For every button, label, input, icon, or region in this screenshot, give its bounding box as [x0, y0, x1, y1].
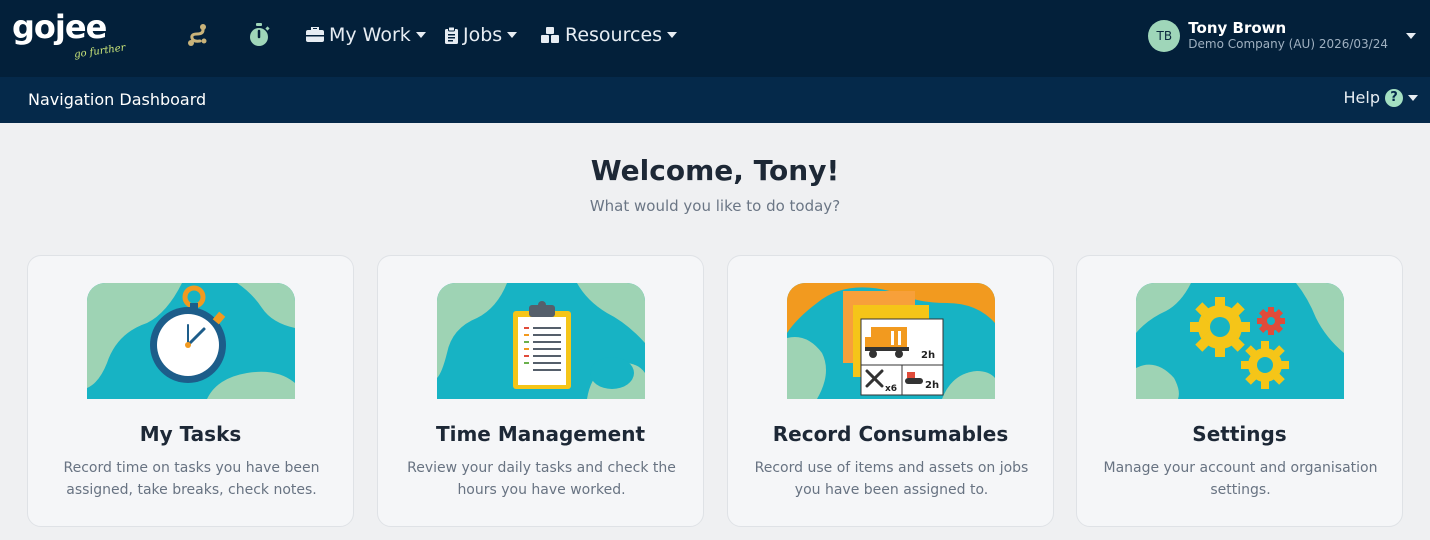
clipboard-illustration — [437, 283, 645, 399]
top-navbar: gojee go further My Work Jobs Resources … — [0, 0, 1430, 77]
question-icon: ? — [1385, 88, 1403, 107]
chevron-down-icon — [415, 32, 426, 38]
nav-my-work-label: My Work — [329, 24, 411, 46]
stopwatch-illustration — [87, 283, 295, 399]
help-menu[interactable]: Help ? — [1344, 88, 1418, 107]
card-title: Time Management — [435, 422, 646, 446]
nav-my-work[interactable]: My Work — [306, 20, 426, 50]
logo-text: gojee — [12, 8, 107, 46]
truck-hours-label: 2h — [921, 350, 935, 361]
user-menu[interactable]: TB Tony Brown Demo Company (AU) 2026/03/… — [1148, 17, 1416, 55]
nav-jobs-label: Jobs — [463, 24, 503, 46]
card-description: Record use of items and assets on jobs y… — [754, 460, 1029, 498]
breadcrumb: Navigation Dashboard — [28, 90, 207, 109]
card-description: Record time on tasks you have been assig… — [63, 460, 320, 498]
chevron-down-icon — [667, 32, 678, 38]
avatar: TB — [1148, 20, 1181, 52]
chevron-down-icon — [1406, 33, 1416, 39]
user-company: Demo Company (AU) 2026/03/24 — [1188, 37, 1388, 51]
card-description: Review your daily tasks and check the ho… — [407, 460, 676, 498]
card-record-consumables[interactable]: 2h x6 2h Record Consumables Record use o… — [727, 255, 1054, 527]
card-time-management[interactable]: Time Management Review your daily tasks … — [377, 255, 704, 527]
clipboard-icon — [445, 26, 458, 44]
card-description: Manage your account and organisation set… — [1103, 460, 1378, 498]
gojee-logo[interactable]: gojee go further — [12, 10, 127, 68]
page-title: Welcome, Tony! — [590, 154, 840, 187]
card-my-tasks[interactable]: My Tasks Record time on tasks you have b… — [27, 255, 354, 527]
stopwatch-icon[interactable] — [246, 22, 272, 48]
user-name: Tony Brown — [1188, 19, 1287, 37]
sub-navbar: Navigation Dashboard Help ? — [0, 77, 1430, 123]
help-label: Help — [1343, 88, 1380, 107]
card-title: Settings — [1192, 422, 1287, 446]
nav-resources-label: Resources — [565, 24, 663, 46]
card-title: Record Consumables — [772, 422, 1009, 446]
card-settings[interactable]: Settings Manage your account and organis… — [1076, 255, 1403, 527]
machine-hours-label: 2h — [925, 380, 939, 391]
card-title: My Tasks — [139, 422, 242, 446]
chevron-down-icon — [1408, 94, 1418, 101]
tool-qty-label: x6 — [885, 384, 897, 394]
route-icon[interactable] — [185, 22, 211, 48]
nav-resources[interactable]: Resources — [540, 20, 678, 50]
consumables-illustration: 2h x6 2h — [787, 283, 995, 399]
page-subtitle: What would you like to do today? — [589, 197, 841, 215]
briefcase-icon — [306, 27, 324, 42]
gears-illustration — [1136, 283, 1344, 399]
chevron-down-icon — [507, 32, 518, 38]
cubes-icon — [541, 26, 559, 43]
nav-jobs[interactable]: Jobs — [445, 20, 518, 50]
